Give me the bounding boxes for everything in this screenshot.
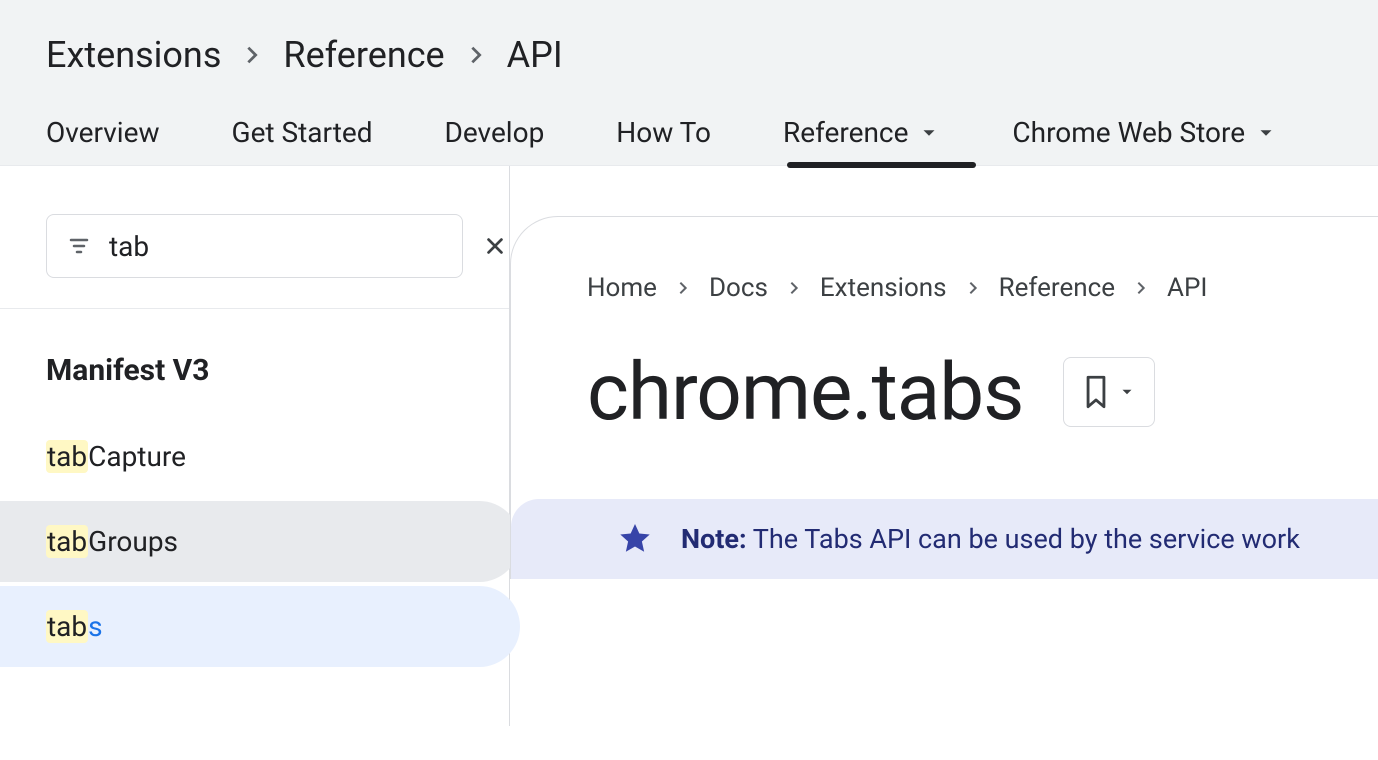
nav-get-started[interactable]: Get Started bbox=[232, 100, 373, 165]
chevron-right-icon bbox=[241, 44, 263, 66]
page-title: chrome.tabs bbox=[587, 345, 1023, 439]
main-article: Home Docs Extensions Reference API chrom… bbox=[510, 216, 1378, 579]
chevron-down-icon bbox=[1118, 383, 1136, 401]
sidebar-item-tabcapture[interactable]: tabCapture bbox=[0, 416, 520, 497]
crumb-reference[interactable]: Reference bbox=[999, 273, 1115, 303]
chevron-right-icon bbox=[965, 280, 981, 296]
crumb-docs[interactable]: Docs bbox=[709, 273, 768, 303]
sidebar-heading: Manifest V3 bbox=[46, 353, 509, 388]
note-callout: Note: The Tabs API can be used by the se… bbox=[511, 499, 1378, 579]
breadcrumb-reference[interactable]: Reference bbox=[283, 34, 444, 76]
bookmark-icon bbox=[1082, 375, 1110, 409]
nav-develop[interactable]: Develop bbox=[445, 100, 545, 165]
title-row: chrome.tabs bbox=[587, 345, 1378, 439]
nav-label: Get Started bbox=[232, 116, 373, 149]
sidebar-item-tabs[interactable]: tabs bbox=[0, 586, 520, 667]
chevron-right-icon bbox=[786, 280, 802, 296]
clear-icon[interactable] bbox=[484, 235, 506, 257]
sidebar: Manifest V3 tabCapture tabGroups tabs bbox=[0, 166, 510, 726]
match-highlight: tab bbox=[46, 440, 88, 473]
nav-overview[interactable]: Overview bbox=[46, 100, 160, 165]
content-row: Manifest V3 tabCapture tabGroups tabs Ho… bbox=[0, 166, 1378, 726]
chevron-right-icon bbox=[465, 44, 487, 66]
nav-label: Chrome Web Store bbox=[1012, 116, 1245, 149]
nav-label: Reference bbox=[783, 116, 908, 149]
chevron-down-icon bbox=[1255, 122, 1277, 144]
filter-box bbox=[46, 214, 463, 278]
sidebar-item-tabgroups[interactable]: tabGroups bbox=[0, 501, 520, 582]
chevron-down-icon bbox=[918, 122, 940, 144]
item-rest: Capture bbox=[88, 440, 186, 473]
nav-label: How To bbox=[616, 116, 711, 149]
note-label: Note: bbox=[681, 523, 747, 555]
breadcrumb-header: Extensions Reference API bbox=[0, 34, 1378, 100]
bookmark-button[interactable] bbox=[1063, 357, 1155, 427]
star-icon bbox=[617, 521, 653, 557]
match-highlight: tab bbox=[46, 610, 88, 643]
crumb-home[interactable]: Home bbox=[587, 273, 657, 303]
nav-chrome-web-store[interactable]: Chrome Web Store bbox=[1012, 100, 1277, 165]
nav-reference[interactable]: Reference bbox=[783, 100, 940, 165]
nav-label: Develop bbox=[445, 116, 545, 149]
item-rest: Groups bbox=[88, 525, 178, 558]
page-header: Extensions Reference API Overview Get St… bbox=[0, 0, 1378, 166]
filter-container bbox=[0, 166, 509, 309]
note-text: Note: The Tabs API can be used by the se… bbox=[681, 523, 1300, 555]
top-nav: Overview Get Started Develop How To Refe… bbox=[0, 100, 1378, 166]
sidebar-nav: Manifest V3 tabCapture tabGroups tabs bbox=[0, 309, 509, 679]
match-highlight: tab bbox=[46, 525, 88, 558]
breadcrumb-api[interactable]: API bbox=[507, 34, 563, 76]
filter-icon bbox=[67, 234, 91, 258]
crumb-api[interactable]: API bbox=[1167, 273, 1207, 303]
note-body: The Tabs API can be used by the service … bbox=[753, 523, 1300, 555]
chevron-right-icon bbox=[1133, 280, 1149, 296]
breadcrumb-article: Home Docs Extensions Reference API bbox=[587, 273, 1378, 303]
chevron-right-icon bbox=[675, 280, 691, 296]
crumb-extensions[interactable]: Extensions bbox=[820, 273, 947, 303]
nav-label: Overview bbox=[46, 116, 160, 149]
item-rest: s bbox=[88, 610, 102, 643]
breadcrumb-extensions[interactable]: Extensions bbox=[46, 34, 221, 76]
nav-how-to[interactable]: How To bbox=[616, 100, 711, 165]
filter-input[interactable] bbox=[109, 230, 466, 263]
main-wrapper: Home Docs Extensions Reference API chrom… bbox=[510, 166, 1378, 726]
